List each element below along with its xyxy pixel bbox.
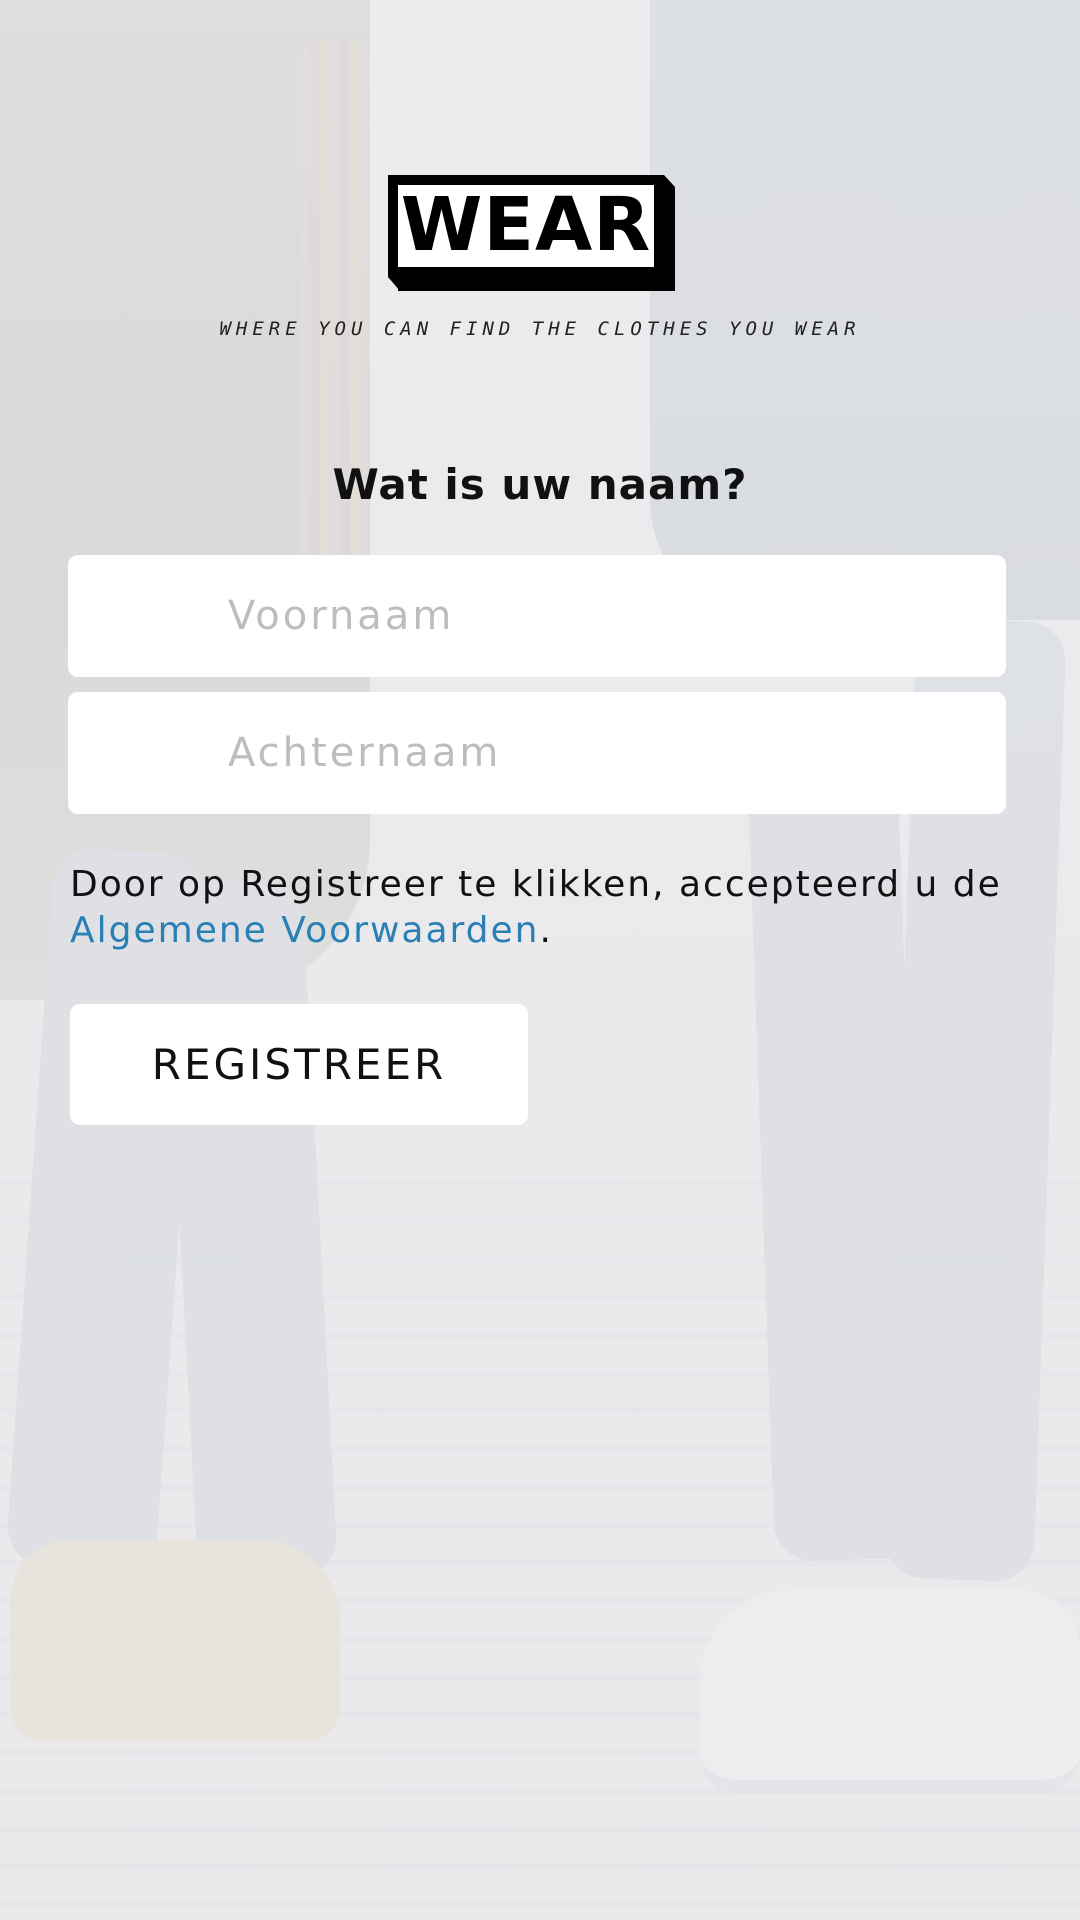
tagline: WHERE YOU CAN FIND THE CLOTHES YOU WEAR bbox=[219, 318, 861, 340]
terms-prefix: Door op Registreer te klikken, accepteer… bbox=[70, 864, 1002, 905]
first-name-input[interactable] bbox=[68, 555, 1006, 677]
registration-screen: WEAR WHERE YOU CAN FIND THE CLOTHES YOU … bbox=[0, 0, 1080, 1920]
registration-content: WEAR WHERE YOU CAN FIND THE CLOTHES YOU … bbox=[0, 0, 1080, 1920]
terms-link[interactable]: Algemene Voorwaarden bbox=[70, 910, 540, 951]
terms-suffix: . bbox=[539, 910, 553, 951]
logo-text: WEAR bbox=[400, 182, 652, 268]
register-button[interactable]: REGISTREER bbox=[70, 1004, 528, 1125]
last-name-input[interactable] bbox=[68, 692, 1006, 814]
form-heading: Wat is uw naam? bbox=[332, 460, 748, 509]
terms-notice: Door op Registreer te klikken, accepteer… bbox=[70, 862, 1030, 954]
wear-logo: WEAR bbox=[388, 175, 675, 291]
